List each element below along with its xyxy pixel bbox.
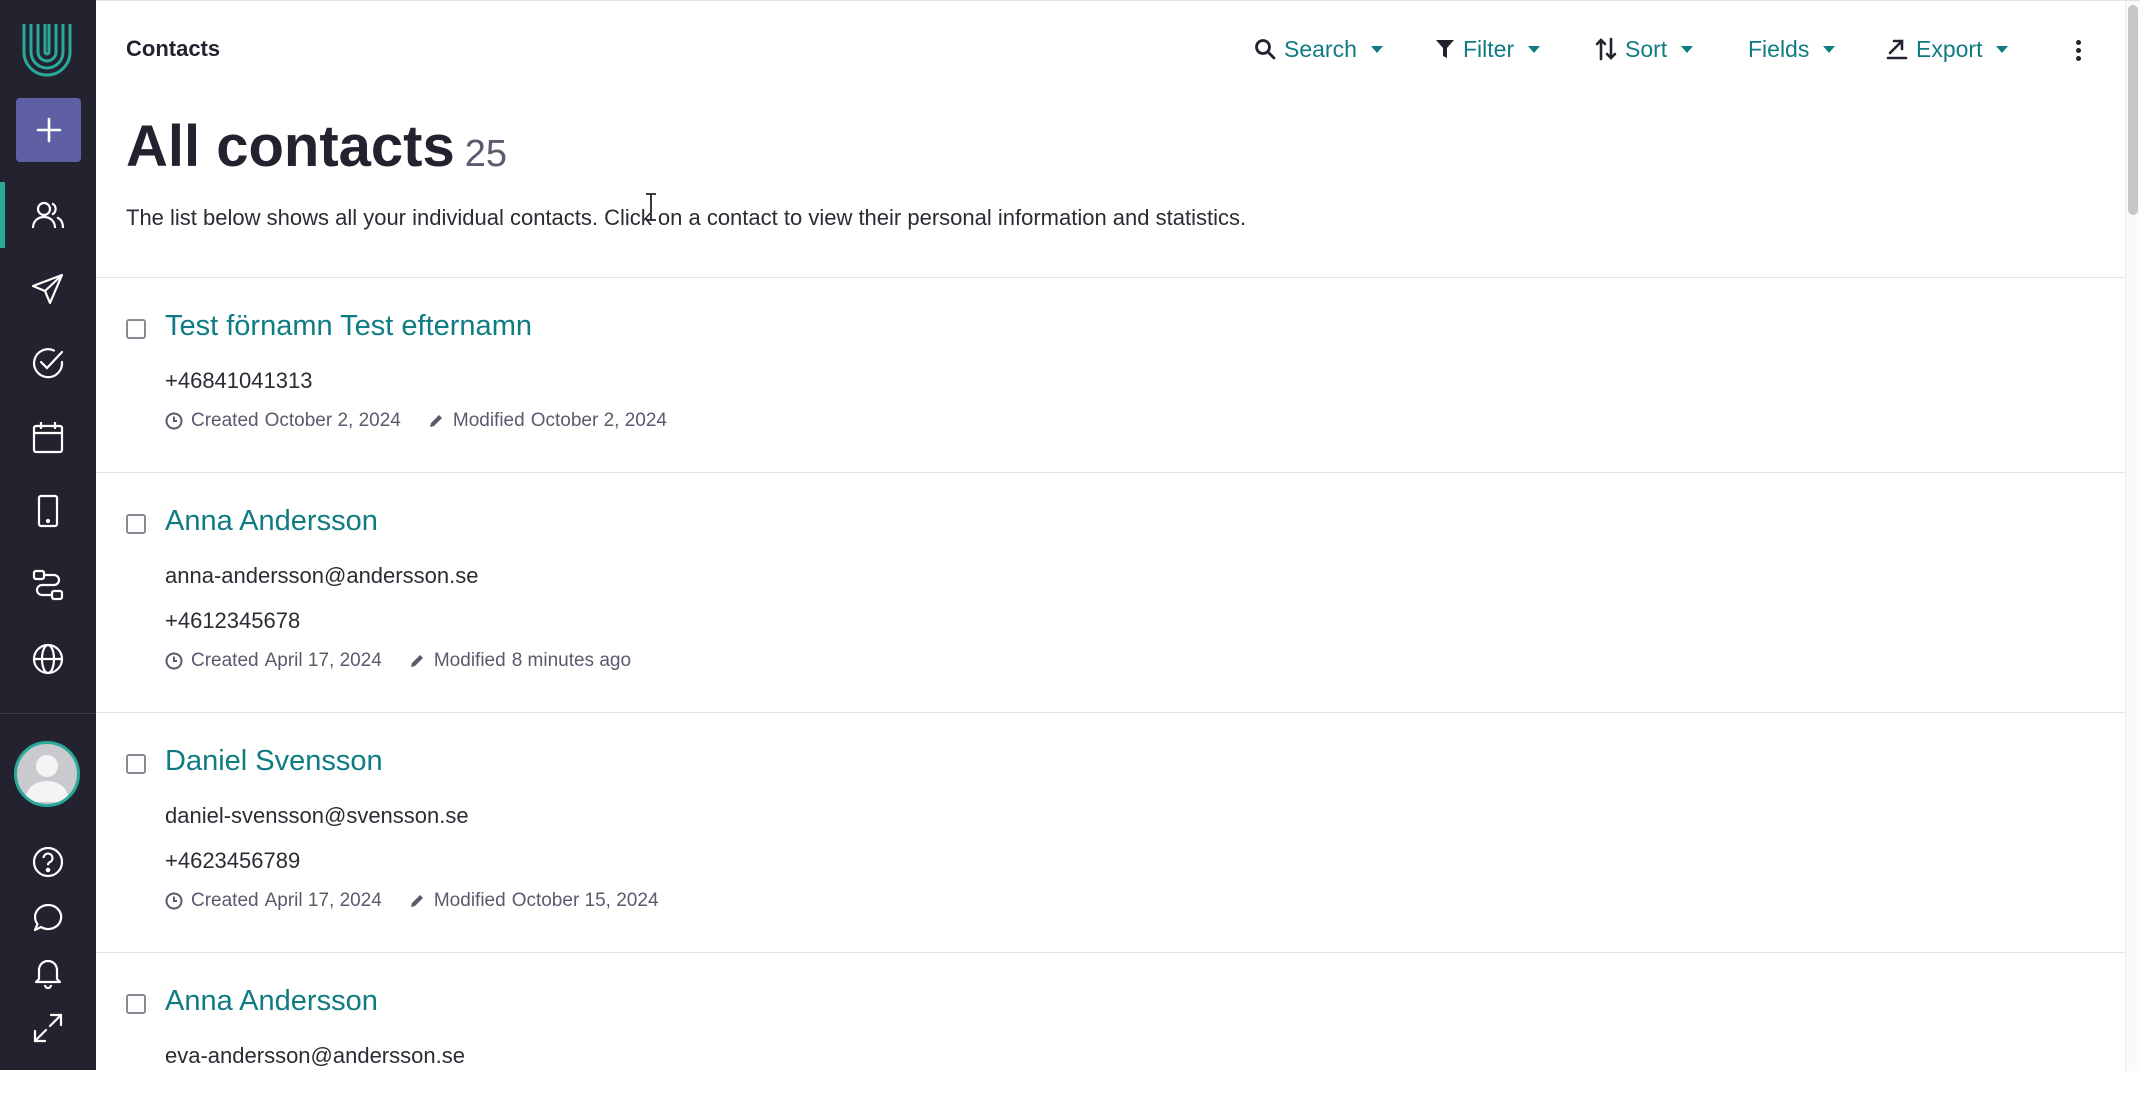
sidebar (0, 0, 96, 1070)
contact-phone: +4623456789 (165, 848, 301, 873)
chevron-down-icon (1370, 45, 1383, 53)
notifications-button[interactable] (0, 946, 96, 998)
sidebar-item-contacts[interactable] (0, 180, 96, 250)
page-heading: All contacts 25 (126, 113, 507, 180)
contact-name-link[interactable]: Anna Andersson (165, 505, 378, 538)
help-button[interactable] (0, 836, 96, 888)
top-toolbar: Contacts Search Filter Sort Fields Expor… (96, 1, 2140, 97)
workflow-icon (32, 569, 64, 601)
fields-label: Fields (1748, 35, 1810, 62)
export-icon (1886, 39, 1908, 60)
modified-date: 8 minutes ago (511, 650, 632, 671)
contact-meta: Created April 17, 2024 Modified 8 minute… (165, 650, 631, 672)
sidebar-item-calendar[interactable] (0, 402, 96, 472)
chevron-down-icon (1681, 45, 1694, 53)
modified-date: October 2, 2024 (530, 410, 667, 431)
contact-phone: +46841041313 (165, 368, 313, 393)
modified-label: Modified (452, 410, 525, 431)
export-label: Export (1916, 35, 1983, 62)
search-icon (1255, 39, 1276, 60)
clock-icon (165, 652, 183, 670)
avatar[interactable] (14, 741, 80, 807)
export-dropdown[interactable]: Export (1886, 33, 2009, 65)
created-date: October 2, 2024 (264, 410, 401, 431)
expand-icon (33, 1013, 63, 1043)
text-cursor-icon (646, 193, 656, 221)
select-checkbox[interactable] (126, 319, 146, 339)
clock-icon (165, 412, 183, 430)
sidebar-item-web[interactable] (0, 624, 96, 694)
mobile-icon (37, 494, 59, 528)
modified-label: Modified (433, 890, 506, 911)
filter-icon (1436, 40, 1454, 58)
scrollbar-thumb[interactable] (2128, 5, 2138, 215)
modified-label: Modified (433, 650, 506, 671)
search-dropdown[interactable]: Search (1254, 33, 1383, 65)
list-item[interactable]: Daniel Svensson daniel-svensson@svensson… (96, 713, 2140, 953)
check-circle-icon (32, 348, 64, 379)
contacts-icon (31, 201, 65, 229)
created-label: Created (191, 650, 259, 671)
chat-button[interactable] (0, 892, 96, 944)
pencil-icon (410, 895, 423, 907)
chevron-down-icon (1823, 45, 1836, 53)
page-description: The list below shows all your individual… (126, 205, 1247, 230)
contact-meta: Created October 2, 2024 Modified October… (165, 410, 667, 432)
contact-name-link[interactable]: Test förnamn Test efternamn (165, 310, 532, 343)
contacts-list: Test förnamn Test efternamn +46841041313… (96, 277, 2140, 1093)
page-title: All contacts (126, 114, 455, 179)
chevron-down-icon (1528, 45, 1541, 53)
contacts-count: 25 (464, 133, 508, 175)
sidebar-item-campaigns[interactable] (0, 254, 96, 324)
sort-icon (1595, 37, 1617, 61)
add-button[interactable] (16, 98, 81, 162)
created-label: Created (191, 890, 259, 911)
chat-icon (33, 903, 63, 932)
contact-phone: +4612345678 (165, 608, 301, 633)
select-checkbox[interactable] (126, 994, 146, 1014)
more-options-icon[interactable] (2066, 37, 2090, 69)
created-date: April 17, 2024 (264, 650, 382, 671)
scrollbar[interactable] (2125, 1, 2140, 1071)
created-label: Created (191, 410, 259, 431)
search-label: Search (1284, 35, 1357, 62)
fields-dropdown[interactable]: Fields (1748, 33, 1836, 65)
contact-email: daniel-svensson@svensson.se (165, 803, 469, 828)
pencil-icon (429, 415, 442, 427)
contact-email: anna-andersson@andersson.se (165, 563, 479, 588)
contact-name-link[interactable]: Anna Andersson (165, 985, 378, 1018)
help-icon (32, 846, 64, 878)
pencil-icon (410, 655, 423, 667)
sort-dropdown[interactable]: Sort (1595, 33, 1694, 65)
chevron-down-icon (1996, 45, 2009, 53)
select-checkbox[interactable] (126, 754, 146, 774)
modified-date: October 15, 2024 (511, 890, 659, 911)
main-content: Contacts Search Filter Sort Fields Expor… (96, 0, 2140, 1071)
list-item[interactable]: Anna Andersson eva-andersson@andersson.s… (96, 953, 2140, 1093)
plus-icon (36, 117, 61, 143)
sidebar-item-workflows[interactable] (0, 550, 96, 620)
expand-button[interactable] (0, 1002, 96, 1054)
app-logo-icon[interactable] (14, 16, 80, 82)
bell-icon (34, 959, 62, 989)
filter-dropdown[interactable]: Filter (1435, 33, 1541, 65)
filter-label: Filter (1463, 35, 1515, 62)
send-icon (31, 273, 64, 305)
select-checkbox[interactable] (126, 514, 146, 534)
created-date: April 17, 2024 (264, 890, 382, 911)
contact-name-link[interactable]: Daniel Svensson (165, 745, 383, 778)
contact-meta: Created April 17, 2024 Modified October … (165, 890, 659, 912)
globe-icon (32, 643, 64, 675)
clock-icon (165, 892, 183, 910)
sort-label: Sort (1625, 35, 1668, 62)
sidebar-item-mobile[interactable] (0, 476, 96, 546)
sidebar-divider (0, 713, 96, 714)
list-item[interactable]: Test förnamn Test efternamn +46841041313… (96, 278, 2140, 473)
sidebar-item-tasks[interactable] (0, 328, 96, 398)
section-title: Contacts (126, 36, 221, 61)
user-avatar-icon (25, 755, 69, 802)
calendar-icon (32, 422, 64, 454)
list-item[interactable]: Anna Andersson anna-andersson@andersson.… (96, 473, 2140, 713)
contact-email: eva-andersson@andersson.se (165, 1043, 465, 1068)
